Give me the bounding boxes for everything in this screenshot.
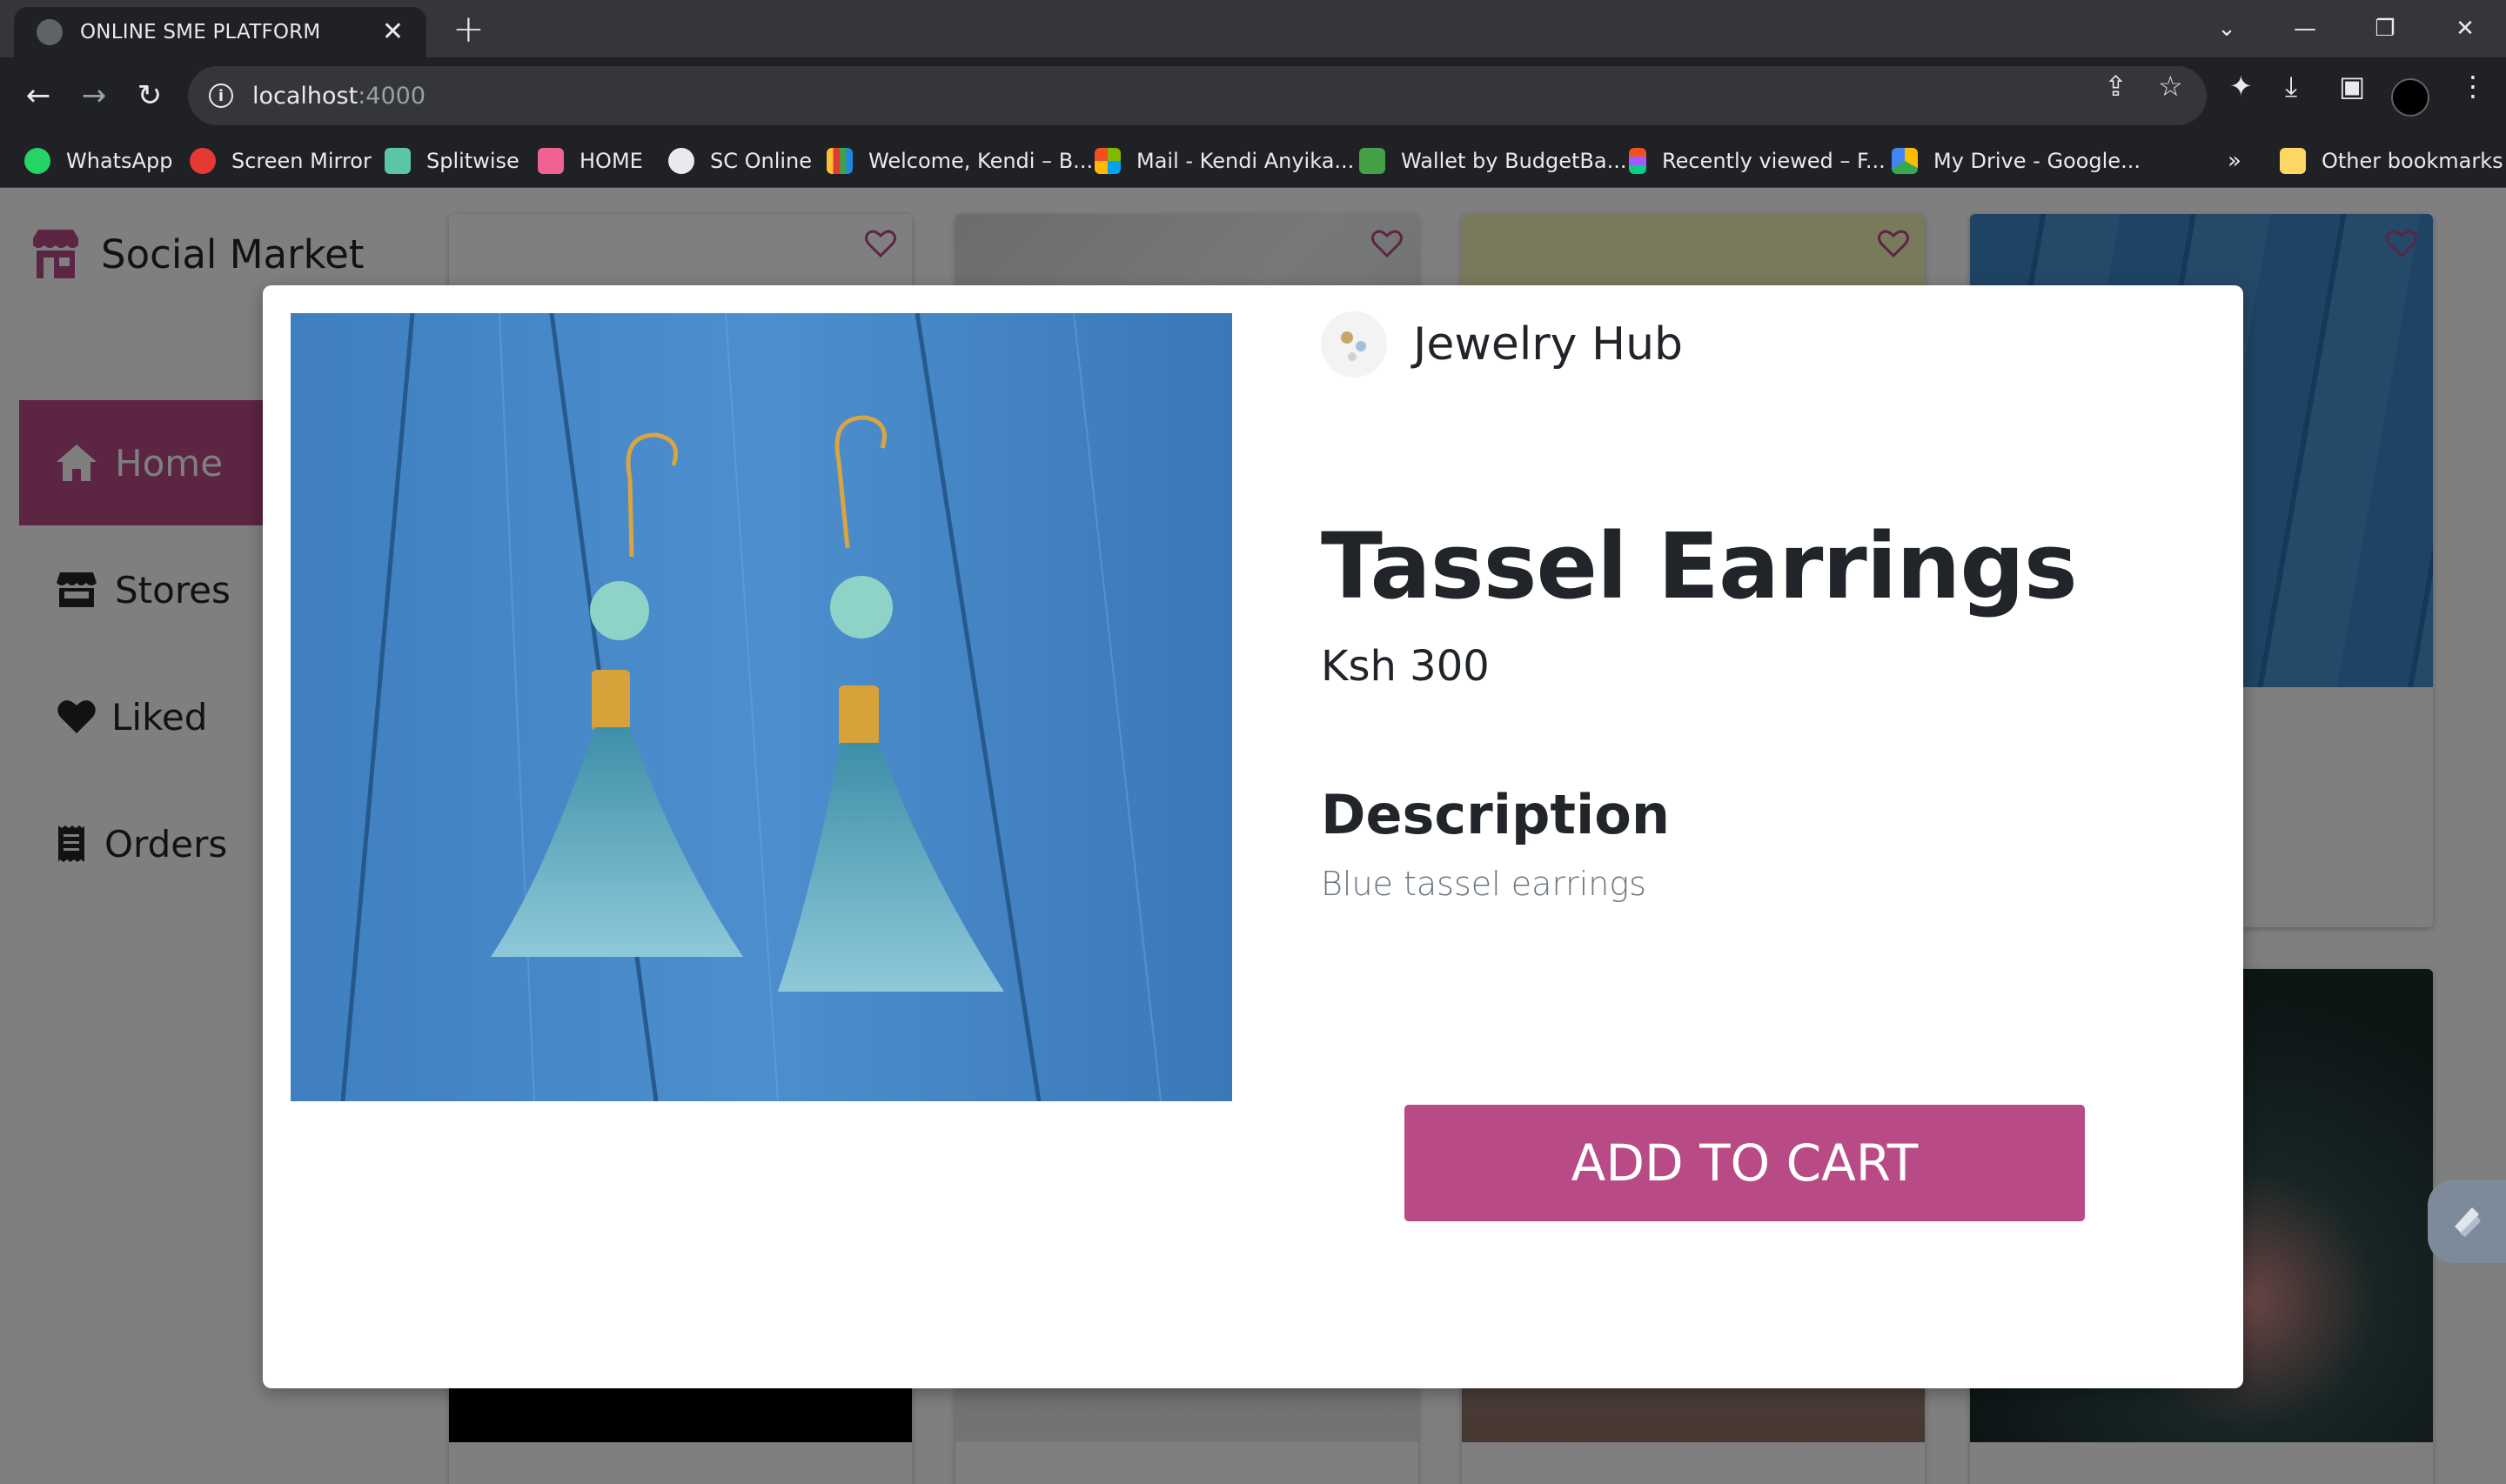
- share-icon[interactable]: ⇪: [2104, 70, 2127, 103]
- download-icon[interactable]: ⤓: [2285, 70, 2297, 104]
- product-image: [291, 313, 1232, 1101]
- product-price: Ksh 300: [1321, 642, 1490, 691]
- bookmarks-bar: WhatsApp Screen Mirror Splitwise HOME SC…: [0, 134, 2506, 188]
- splitwise-icon: [385, 148, 411, 174]
- add-to-cart-button[interactable]: ADD TO CART: [1404, 1105, 2085, 1221]
- wallet-icon: [1359, 148, 1385, 174]
- product-description: Blue tassel earrings: [1321, 865, 1646, 903]
- back-button[interactable]: ←: [17, 75, 59, 117]
- bookmark-star-icon[interactable]: ☆: [2158, 70, 2183, 103]
- bookmark-item[interactable]: Screen Mirror: [190, 146, 372, 176]
- bookmark-item[interactable]: Wallet by BudgetBa...: [1359, 146, 1627, 176]
- side-panel-icon[interactable]: ▣: [2339, 70, 2365, 103]
- reload-button[interactable]: ↻: [129, 75, 171, 117]
- bookmark-item[interactable]: My Drive - Google...: [1892, 146, 2141, 176]
- tassel-earrings-image: [291, 313, 1232, 1101]
- browser-tab[interactable]: ONLINE SME PLATFORM ✕: [14, 7, 426, 57]
- store-avatar: [1321, 311, 1387, 378]
- globe-icon: [668, 148, 694, 174]
- profile-avatar[interactable]: [2391, 78, 2429, 117]
- microsoft-icon: [1095, 148, 1121, 174]
- bookmark-item[interactable]: Recently viewed – F...: [1629, 146, 1886, 176]
- bookmark-item[interactable]: Mail - Kendi Anyika...: [1095, 146, 1354, 176]
- tab-title: ONLINE SME PLATFORM: [80, 21, 321, 43]
- globe-icon: [37, 19, 63, 45]
- bookmark-item[interactable]: HOME: [538, 146, 643, 176]
- figma-icon: [1629, 148, 1646, 174]
- screen-mirror-icon: [190, 148, 216, 174]
- store-info[interactable]: Jewelry Hub: [1321, 311, 1683, 378]
- bookmark-item[interactable]: SC Online: [668, 146, 812, 176]
- url-text: localhost:4000: [252, 82, 426, 110]
- close-tab-icon[interactable]: ✕: [382, 19, 404, 45]
- description-heading: Description: [1321, 783, 1671, 846]
- bookmark-item[interactable]: Welcome, Kendi – B...: [827, 146, 1093, 176]
- folder-icon: [2280, 148, 2306, 174]
- restore-button[interactable]: ❐: [2346, 0, 2424, 57]
- minimize-button[interactable]: —: [2266, 0, 2344, 57]
- menu-icon[interactable]: ⋮: [2459, 70, 2487, 103]
- browser-tab-strip: ONLINE SME PLATFORM ✕ + ⌄ — ❐ ✕: [0, 0, 2506, 57]
- other-bookmarks[interactable]: Other bookmarks: [2280, 146, 2503, 176]
- product-modal: Jewelry Hub Tassel Earrings Ksh 300 Desc…: [263, 285, 2243, 1388]
- tab-search-icon[interactable]: ⌄: [2188, 0, 2266, 57]
- bookmark-item[interactable]: WhatsApp: [24, 146, 172, 176]
- bookmarks-overflow-button[interactable]: »: [2228, 146, 2241, 176]
- chart-icon: [827, 148, 853, 174]
- forward-button[interactable]: →: [73, 75, 115, 117]
- google-drive-icon: [1892, 148, 1918, 174]
- new-tab-button[interactable]: +: [452, 5, 485, 54]
- floating-widget-button[interactable]: [2428, 1180, 2506, 1263]
- whatsapp-icon: [24, 148, 50, 174]
- home-bookmark-icon: [538, 148, 564, 174]
- lightning-icon: [2455, 1207, 2481, 1237]
- product-title: Tassel Earrings: [1321, 513, 2078, 619]
- bookmark-item[interactable]: Splitwise: [385, 146, 519, 176]
- close-window-button[interactable]: ✕: [2426, 0, 2504, 57]
- address-bar[interactable]: i localhost:4000: [188, 66, 2207, 125]
- browser-toolbar: ← → ↻ i localhost:4000 ⇪ ☆ ✦ ⤓ ▣ ⋮: [0, 57, 2506, 134]
- extensions-icon[interactable]: ✦: [2229, 70, 2253, 103]
- store-name: Jewelry Hub: [1413, 318, 1684, 371]
- site-info-icon[interactable]: i: [209, 84, 233, 108]
